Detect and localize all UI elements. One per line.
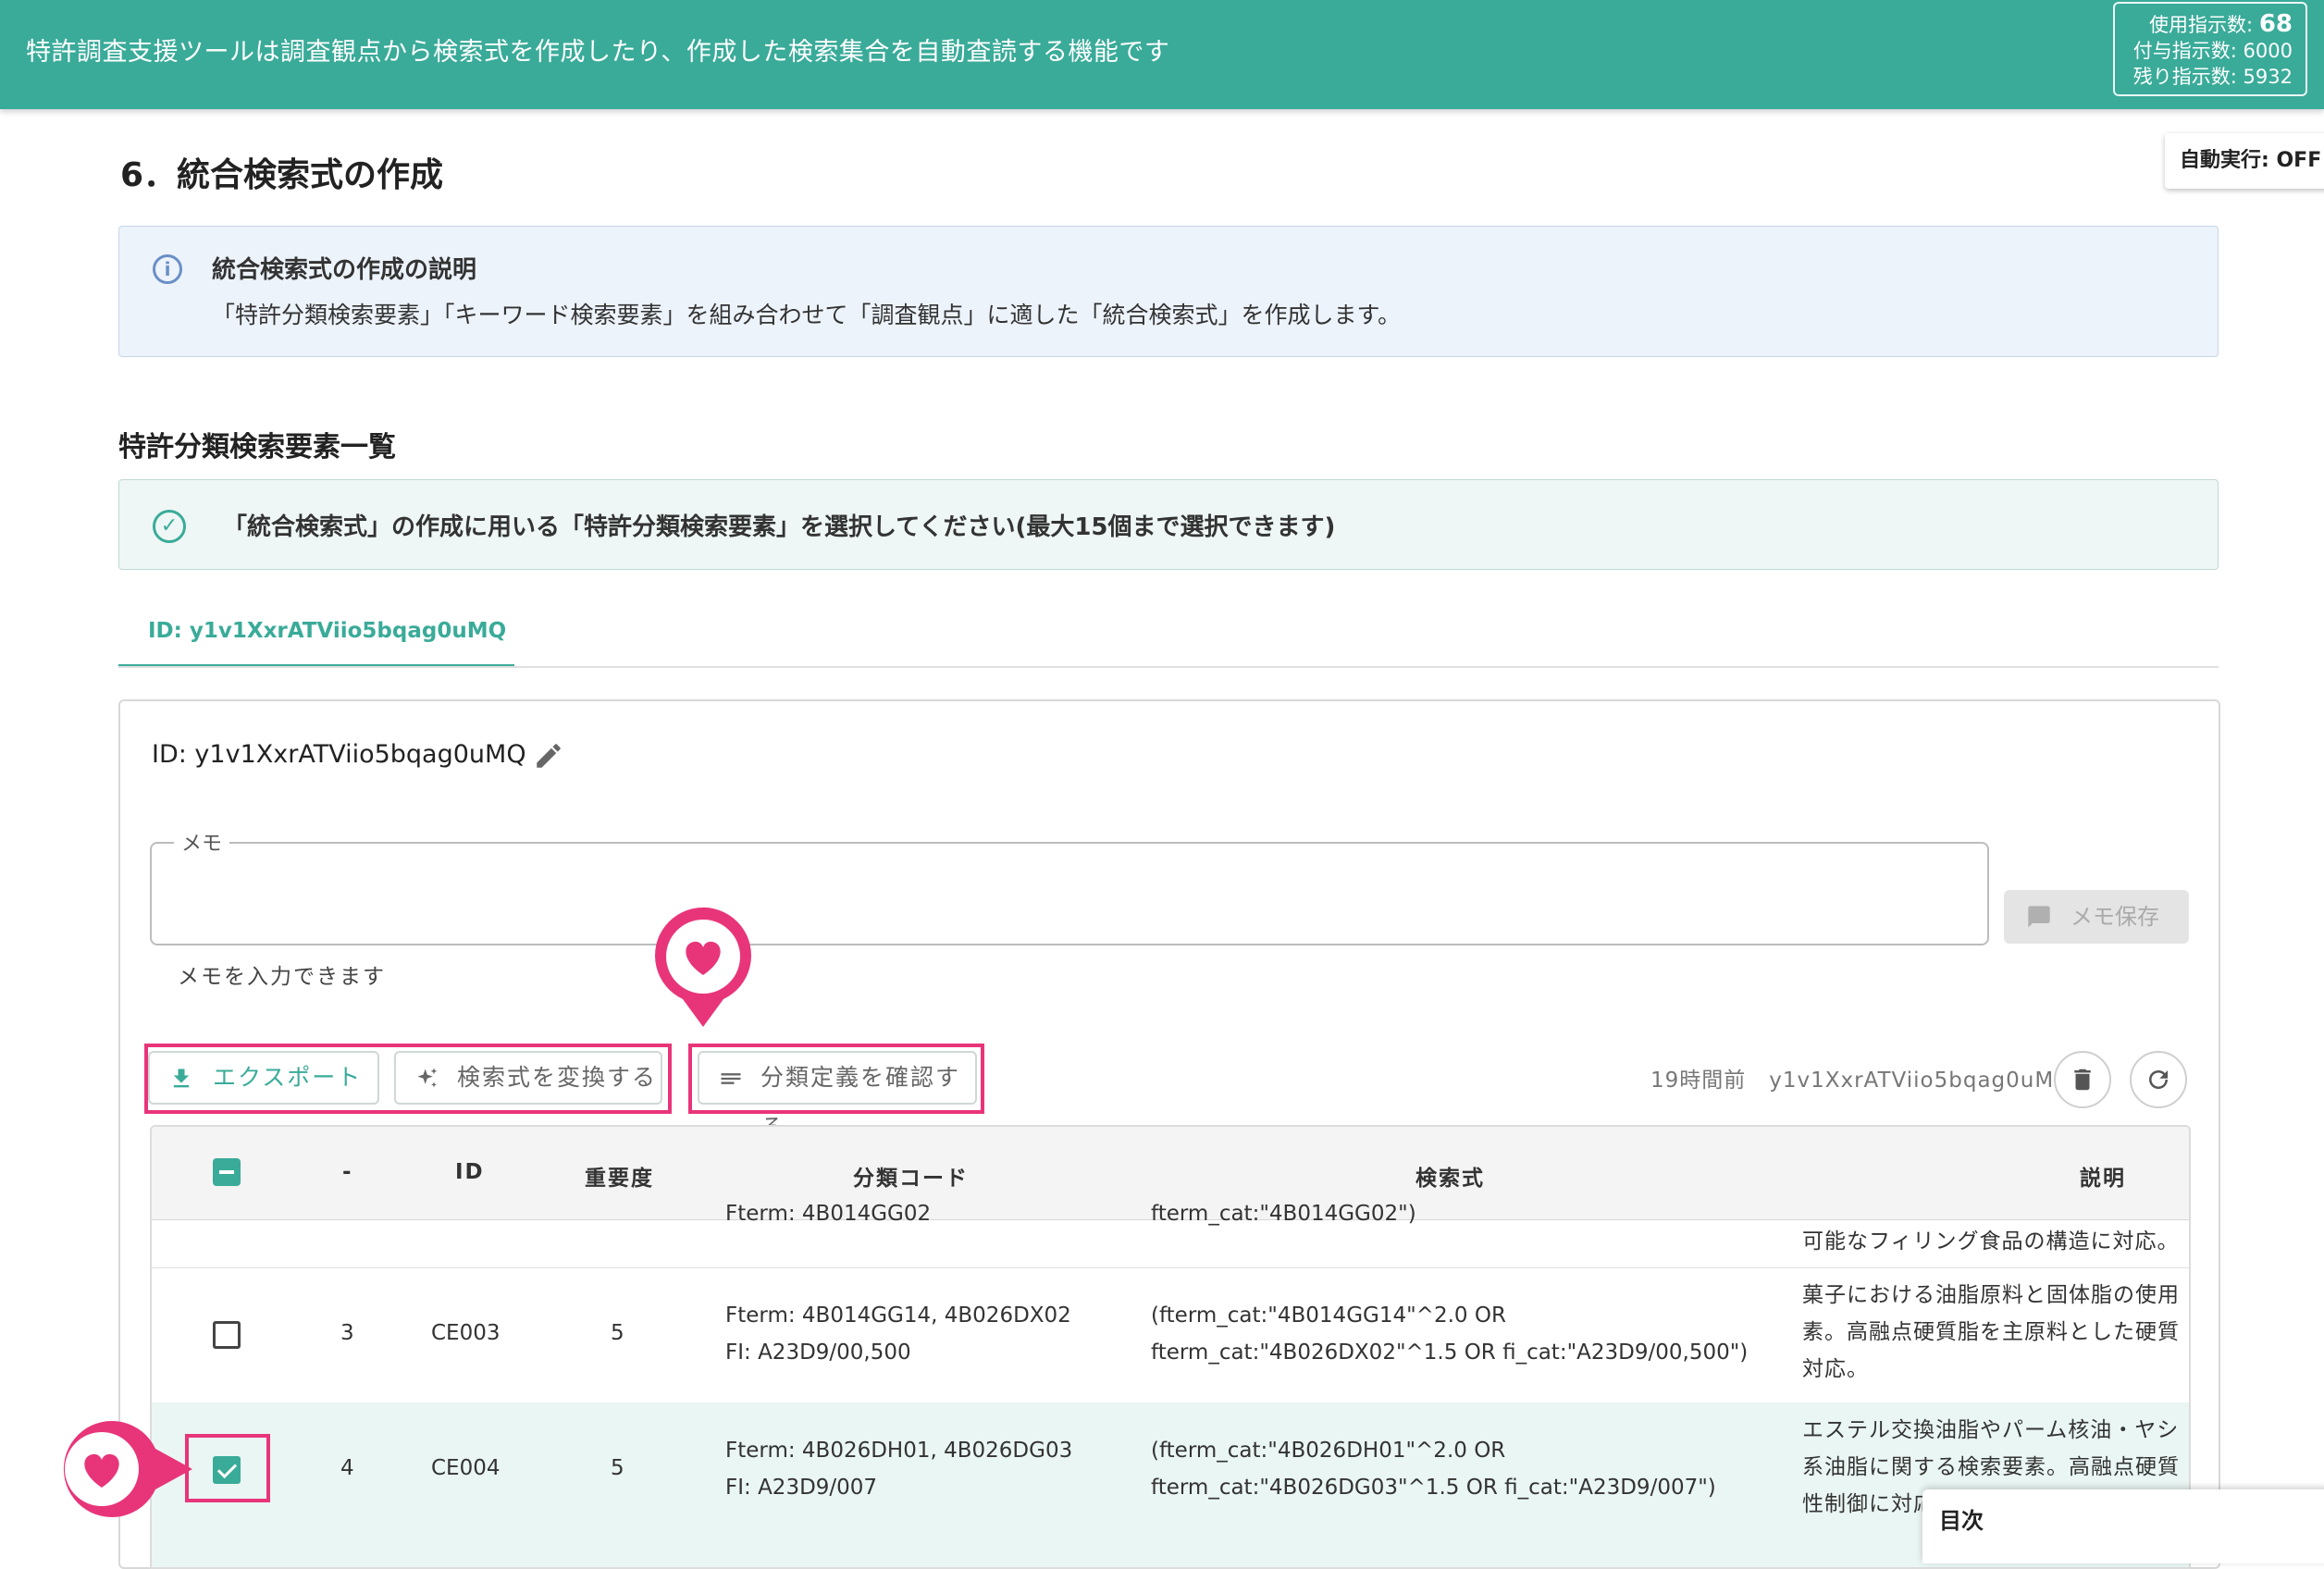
header-expression: 検索式 [1415,1167,1485,1191]
tab-element-set[interactable]: ID: y1v1XxrATViio5bqag0uMQ [118,612,514,668]
used-value: 68 [2258,10,2293,38]
expression-partial: fterm_cat:"4B014GG02") [1151,1202,1416,1226]
header-id: ID [455,1160,485,1184]
info-alert: i 統合検索式の作成の説明 「特許分類検索要素」「キーワード検索要素」を組み合わ… [118,226,2219,357]
row-description-line: エステル交換油脂やパーム核油・ヤシ [1802,1418,2180,1442]
description-partial: 可能なフィリング食品の構造に対応。 [1802,1229,2180,1254]
info-text: 「特許分類検索要素」「キーワード検索要素」を組み合わせて「調査観点」に適した「統… [212,302,1402,328]
row-description-line: 素。高融点硬質脂を主原料とした硬質 [1802,1320,2180,1344]
table-row[interactable] [152,1538,2189,1567]
row-expression-line: fterm_cat:"4B026DG03"^1.5 OR fi_cat:"A23… [1151,1476,1716,1500]
highlight-frame-toolbar [144,1044,672,1114]
element-set-card: ID: y1v1XxrATViio5bqag0uMQ メモ メモを入力できます … [118,699,2220,1569]
updated-meta: 19時間前 y1v1XxrATViio5bqag0uMQ [1650,1062,2071,1093]
heart-pin-marker-toolbar [655,907,751,1027]
row-code-line: FI: A23D9/00,500 [725,1340,911,1365]
classification-table: - ID 重要度 分類コード 検索式 説明 Fterm: 4B014GG02 f… [150,1125,2191,1569]
row-expression-line: (fterm_cat:"4B014GG14"^2.0 OR [1151,1303,1506,1328]
header-code: 分類コード [853,1167,969,1191]
highlight-frame-classdef [688,1044,984,1114]
table-row[interactable]: 3 CE003 5 Fterm: 4B014GG14, 4B026DX02 FI… [152,1267,2189,1403]
row-description-line: 対応。 [1802,1357,1869,1381]
delete-button[interactable] [2054,1051,2111,1108]
row-number: 4 [340,1456,354,1480]
updated-time: 19時間前 [1650,1069,1747,1093]
section-title: 特許分類検索要素一覧 [118,431,396,463]
info-title: 統合検索式の作成の説明 [212,256,477,284]
success-text: 「統合検索式」の作成に用いる「特許分類検索要素」を選択してください(最大15個ま… [223,513,1336,541]
tab-divider [118,666,2219,668]
memo-label: メモ [174,827,230,857]
heart-pin-marker-checkbox [63,1421,192,1517]
card-id: ID: y1v1XxrATViio5bqag0uMQ [152,740,526,769]
row-expression-line: (fterm_cat:"4B026DH01"^2.0 OR [1151,1439,1506,1463]
granted-label: 付与指示数: [2132,40,2237,62]
refresh-icon [2149,1070,2168,1089]
row-description-line: 菓子における油脂原料と固体脂の使用 [1802,1283,2180,1307]
table-row-selected[interactable]: 4 CE004 5 Fterm: 4B026DH01, 4B026DG03 FI… [152,1402,2189,1538]
row-importance: 5 [611,1321,624,1345]
success-alert: ✓ 「統合検索式」の作成に用いる「特許分類検索要素」を選択してください(最大15… [118,479,2219,570]
header-dash: - [342,1160,353,1184]
banner-text: 特許調査支援ツールは調査観点から検索式を作成したり、作成した検索集合を自動査読す… [26,38,1170,67]
check-circle-icon: ✓ [153,510,186,543]
row-code-line: FI: A23D9/007 [725,1476,878,1500]
row-id: CE003 [431,1321,501,1345]
usage-counter: 使用指示数: 68 付与指示数: 6000 残り指示数: 5932 [2113,2,2307,96]
row-code-line: Fterm: 4B014GG14, 4B026DX02 [725,1303,1071,1328]
updated-id: y1v1XxrATViio5bqag0uMQ [1769,1069,2072,1093]
chat-bubble-icon [2028,906,2050,928]
row-checkbox[interactable] [213,1321,241,1349]
row-description-line: 系油脂に関する検索要素。高融点硬質 [1802,1455,2180,1479]
row-number: 3 [340,1321,354,1345]
page-title: 6．統合検索式の作成 [120,156,444,194]
code-partial: Fterm: 4B014GG02 [725,1202,932,1226]
memo-save-label: メモ保存 [2071,904,2159,930]
row-importance: 5 [611,1456,624,1480]
used-label: 使用指示数: [2149,14,2254,36]
top-banner: 特許調査支援ツールは調査観点から検索式を作成したり、作成した検索集合を自動査読す… [0,0,2324,109]
refresh-button[interactable] [2130,1051,2187,1108]
remaining-label: 残り指示数: [2132,66,2237,88]
memo-helper-text: メモを入力できます [178,965,386,989]
table-row[interactable]: Fterm: 4B014GG02 fterm_cat:"4B014GG02") … [152,1202,2189,1268]
toc-panel[interactable]: 目次 [1922,1489,2324,1563]
memo-save-button[interactable]: メモ保存 [2004,890,2189,944]
edit-pencil-icon[interactable] [533,740,564,772]
trash-icon [2074,1069,2091,1091]
header-importance: 重要度 [585,1167,654,1191]
header-description: 説明 [2080,1167,2126,1191]
info-icon: i [153,254,182,284]
remaining-value: 5932 [2243,66,2293,88]
granted-value: 6000 [2243,40,2293,62]
autorun-toggle[interactable]: 自動実行: OFF [2165,133,2324,189]
row-code-line: Fterm: 4B026DH01, 4B026DG03 [725,1439,1073,1463]
memo-input[interactable]: メモ [150,827,1989,945]
select-all-checkbox[interactable] [213,1158,241,1186]
row-id: CE004 [431,1456,501,1480]
row-expression-line: fterm_cat:"4B026DX02"^1.5 OR fi_cat:"A23… [1151,1340,1749,1365]
